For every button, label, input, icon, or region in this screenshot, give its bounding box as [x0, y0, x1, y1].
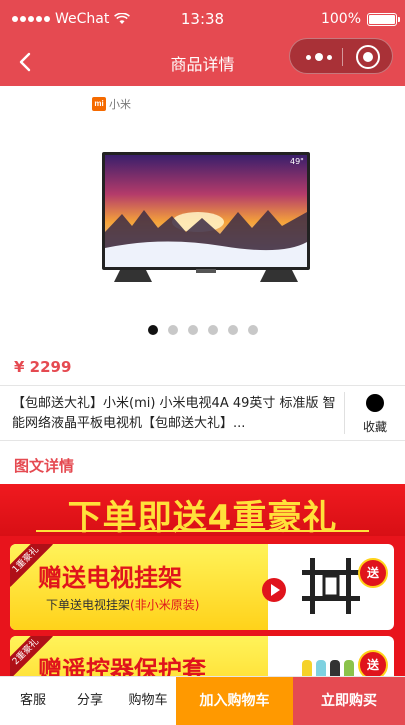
add-to-cart-button[interactable]: 加入购物车 [176, 677, 293, 725]
service-button[interactable]: 客服 [8, 677, 58, 725]
tv-size-badge: 49" [290, 157, 304, 166]
nav-bar: 商品详情 [0, 38, 405, 86]
status-bar: WeChat 13:38 100% [0, 0, 405, 38]
gift-card-2: 2重豪礼 赠遥控器保护套 送 [10, 636, 394, 676]
detail-section-title: 图文详情 [14, 457, 75, 475]
pager-dot-4[interactable] [207, 325, 218, 335]
status-right: 100% [320, 11, 400, 27]
cart-button[interactable]: 购物车 [120, 677, 176, 725]
product-price: ¥ 2299 [14, 358, 72, 376]
pager-dot-3[interactable] [187, 325, 198, 335]
capsule-divider [342, 48, 343, 66]
promo-headline-bar: 下单即送4重豪礼 [0, 484, 405, 538]
remote-cover-icon [302, 660, 354, 676]
buy-now-button[interactable]: 立即购买 [293, 677, 405, 725]
miniprogram-capsule [289, 38, 393, 74]
gift-card-1: 1重豪礼 赠送电视挂架 下单送电视挂架(非小米原装) 送 [10, 544, 394, 630]
mi-logo-icon: mi [92, 97, 106, 111]
brand-logo: mi 小米 [92, 96, 131, 112]
carousel-pager [0, 325, 405, 335]
product-image-carousel[interactable]: mi 小米 49" [0, 86, 405, 348]
favorite-button[interactable]: 收藏 [350, 392, 400, 435]
promo-banner: 下单即送4重豪礼 1重豪礼 赠送电视挂架 下单送电视挂架(非小米原装) 送 2重… [0, 484, 405, 676]
close-miniprogram-icon[interactable] [356, 45, 380, 69]
tv-wall-mount-icon [302, 558, 360, 614]
pager-dot-2[interactable] [167, 325, 178, 335]
gift-subtitle-1-main: 下单送电视挂架 [46, 598, 131, 612]
play-arrow-icon [262, 578, 286, 602]
gift-badge-2: 送 [358, 650, 388, 676]
pager-dot-1[interactable] [147, 325, 158, 335]
product-info-row: 【包邮送大礼】小米(mi) 小米电视4A 49英寸 标准版 智能网络液晶平板电视… [0, 385, 405, 441]
gift-badge-1: 送 [358, 558, 388, 588]
promo-headline-underline [36, 530, 369, 532]
more-menu-icon[interactable] [304, 49, 334, 65]
pager-dot-6[interactable] [247, 325, 258, 335]
favorite-icon [366, 394, 384, 412]
info-divider [344, 392, 345, 434]
gift-subtitle-1-note: (非小米原装) [130, 598, 200, 612]
battery-percent: 100% [320, 11, 361, 27]
bottom-action-bar: 客服 分享 购物车 加入购物车 立即购买 [0, 676, 405, 725]
favorite-label: 收藏 [362, 420, 387, 434]
share-button[interactable]: 分享 [64, 677, 116, 725]
battery-icon [367, 12, 400, 26]
tv-product-image: 49" [102, 152, 310, 282]
pager-dot-5[interactable] [227, 325, 238, 335]
brand-label: 小米 [109, 98, 131, 111]
gift-subtitle-1: 下单送电视挂架(非小米原装) [46, 596, 199, 613]
product-name: 【包邮送大礼】小米(mi) 小米电视4A 49英寸 标准版 智能网络液晶平板电视… [12, 396, 336, 431]
gift-title-1: 赠送电视挂架 [38, 564, 182, 592]
gift-title-2: 赠遥控器保护套 [38, 656, 206, 676]
